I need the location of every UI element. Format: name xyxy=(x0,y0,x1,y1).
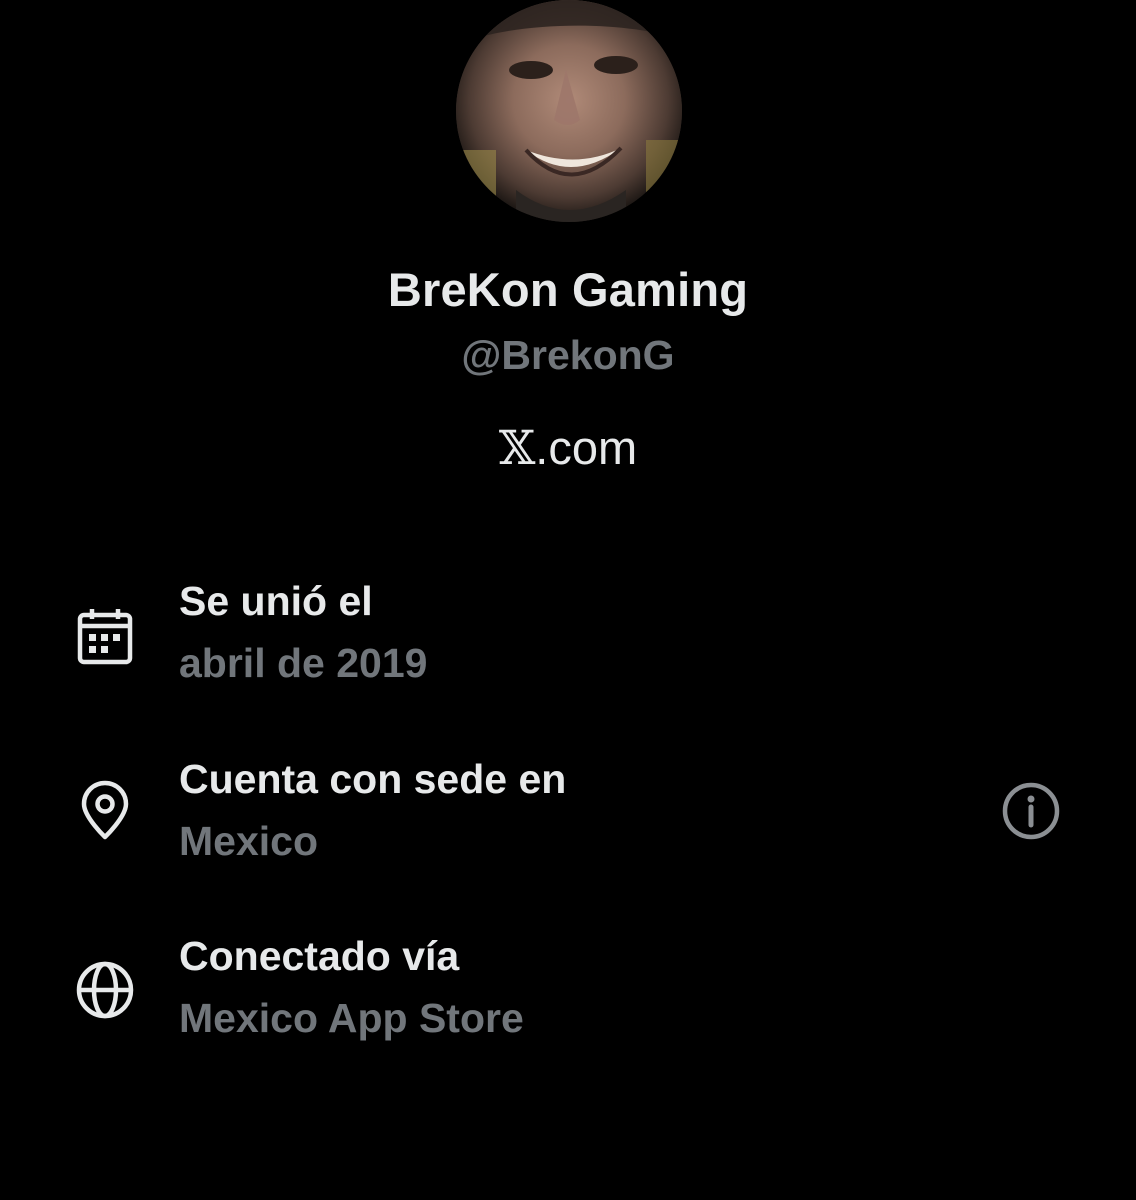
x-logo-icon: 𝕏 xyxy=(498,421,536,476)
location-pin-icon xyxy=(74,780,136,842)
calendar-icon xyxy=(74,606,136,668)
about-row-connected-via: Conectado vía Mexico App Store xyxy=(0,933,1136,1043)
about-account-screen: BreKon Gaming @BrekonG 𝕏.com Se unió el … xyxy=(0,0,1136,1200)
joined-date: abril de 2019 xyxy=(179,640,428,686)
connected-via-value: Mexico App Store xyxy=(179,995,524,1041)
avatar-photo xyxy=(456,0,682,222)
info-icon[interactable] xyxy=(1000,780,1062,842)
joined-label: Se unió el xyxy=(179,578,373,624)
site-label: 𝕏.com xyxy=(0,420,1136,476)
about-row-joined: Se unió el abril de 2019 xyxy=(0,578,1136,688)
globe-icon xyxy=(74,959,136,1021)
location-label: Cuenta con sede en xyxy=(179,756,567,802)
account-handle[interactable]: @BrekonG xyxy=(0,332,1136,379)
location-value: Mexico xyxy=(179,818,318,864)
display-name: BreKon Gaming xyxy=(387,263,749,316)
connected-via-label: Conectado vía xyxy=(179,933,460,979)
about-row-location: Cuenta con sede en Mexico xyxy=(0,756,1136,866)
site-suffix: .com xyxy=(535,421,638,474)
avatar[interactable] xyxy=(456,0,682,222)
